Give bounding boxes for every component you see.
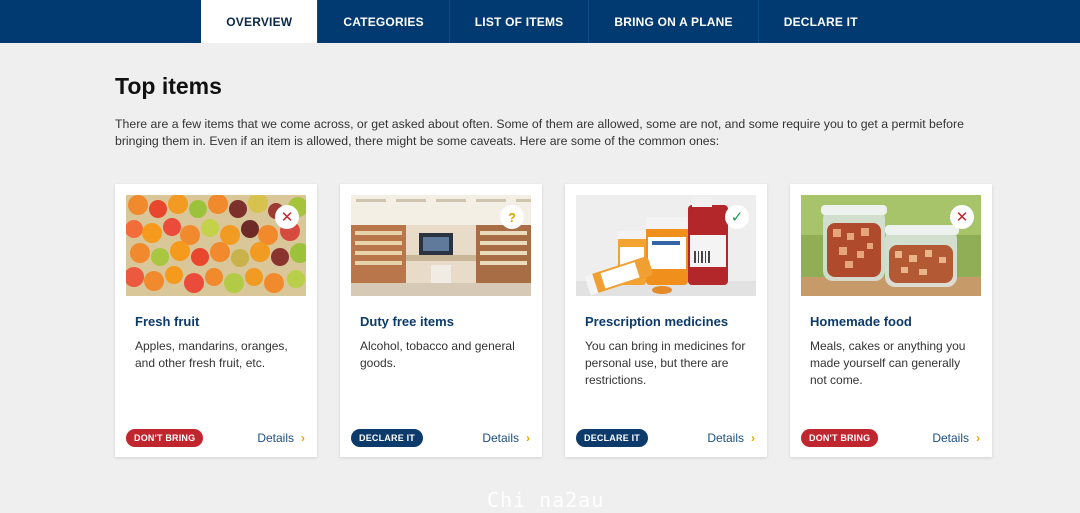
- details-label: Details: [707, 431, 744, 445]
- chevron-right-icon: ›: [976, 431, 980, 445]
- item-card-prescription-medicines[interactable]: ✓ Prescription medicines You can bring i…: [565, 184, 767, 457]
- check-icon: ✓: [725, 205, 749, 229]
- card-description: Alcohol, tobacco and general goods.: [360, 339, 515, 370]
- tab-list-of-items[interactable]: LIST OF ITEMS: [450, 0, 590, 43]
- details-label: Details: [257, 431, 294, 445]
- item-card-homemade-food[interactable]: ✕ Homemade food Meals, cakes or anything…: [790, 184, 992, 457]
- chevron-right-icon: ›: [751, 431, 755, 445]
- details-label: Details: [932, 431, 969, 445]
- prescription-medicines-image: ✓: [576, 195, 756, 296]
- item-card-duty-free[interactable]: ? Duty free items Alcohol, tobacco and g…: [340, 184, 542, 457]
- status-badge: DECLARE IT: [351, 429, 423, 447]
- card-description: Apples, mandarins, oranges, and other fr…: [135, 339, 288, 370]
- status-badge: DECLARE IT: [576, 429, 648, 447]
- duty-free-image: ?: [351, 195, 531, 296]
- item-cards: ✕ Fresh fruit Apples, mandarins, oranges…: [115, 184, 1080, 457]
- details-link[interactable]: Details ›: [257, 431, 305, 445]
- nav-tabs: OVERVIEW CATEGORIES LIST OF ITEMS BRING …: [201, 0, 882, 43]
- card-title: Fresh fruit: [135, 314, 200, 329]
- main-content: Top items There are a few items that we …: [0, 43, 1080, 457]
- tab-bring-on-a-plane[interactable]: BRING ON A PLANE: [589, 0, 759, 43]
- card-title: Duty free items: [360, 314, 454, 329]
- details-link[interactable]: Details ›: [707, 431, 755, 445]
- tab-declare-it[interactable]: DECLARE IT: [759, 0, 883, 43]
- item-card-fresh-fruit[interactable]: ✕ Fresh fruit Apples, mandarins, oranges…: [115, 184, 317, 457]
- status-badge: DON'T BRING: [126, 429, 204, 447]
- intro-text: There are a few items that we come acros…: [115, 117, 964, 148]
- chevron-right-icon: ›: [301, 431, 305, 445]
- fresh-fruit-image: ✕: [126, 195, 306, 296]
- details-link[interactable]: Details ›: [482, 431, 530, 445]
- status-badge: DON'T BRING: [801, 429, 879, 447]
- watermark: Chi na2au: [487, 488, 605, 512]
- top-navigation: OVERVIEW CATEGORIES LIST OF ITEMS BRING …: [0, 0, 1080, 43]
- cross-icon: ✕: [950, 205, 974, 229]
- details-label: Details: [482, 431, 519, 445]
- tab-overview[interactable]: OVERVIEW: [201, 0, 319, 43]
- card-title: Homemade food: [810, 314, 912, 329]
- homemade-food-image: ✕: [801, 195, 981, 296]
- details-link[interactable]: Details ›: [932, 431, 980, 445]
- card-description: Meals, cakes or anything you made yourse…: [810, 339, 966, 387]
- question-icon: ?: [500, 205, 524, 229]
- chevron-right-icon: ›: [526, 431, 530, 445]
- card-description: You can bring in medicines for personal …: [585, 339, 746, 387]
- tab-categories[interactable]: CATEGORIES: [318, 0, 450, 43]
- cross-icon: ✕: [275, 205, 299, 229]
- card-title: Prescription medicines: [585, 314, 729, 329]
- page-title: Top items: [115, 73, 222, 99]
